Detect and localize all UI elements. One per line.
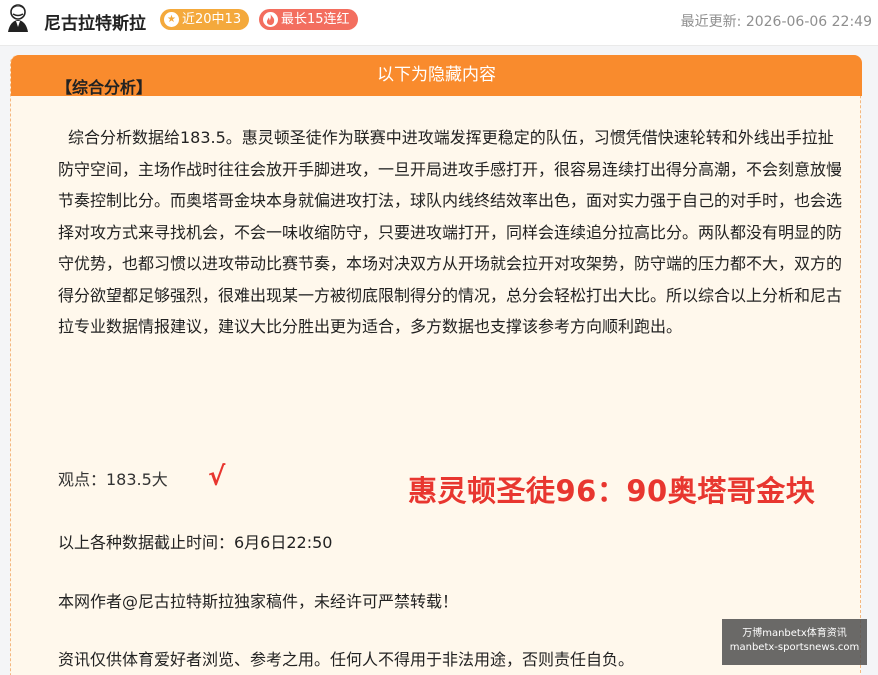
watermark-line2: manbetx-sportsnews.com [729, 642, 860, 653]
author-avatar[interactable] [4, 3, 32, 33]
hit-rate-label: 近20中13 [182, 12, 242, 27]
last-updated: 最近更新: 2026-06-06 22:49 [681, 11, 872, 31]
analysis-content: 【综合分析】 综合分析数据给183.5。惠灵顿圣徒作为联赛中进攻端发挥更稳定的队… [56, 72, 844, 343]
article-header: 尼古拉特斯拉 ★ 近20中13 最长15连红 最近更新: 2026-06-06 … [0, 0, 878, 46]
watermark-line1: 万博manbetx体育资讯 [742, 628, 847, 639]
streak-badge: 最长15连红 [259, 9, 358, 30]
data-cutoff-time: 以上各种数据截止时间：6月6日22:50 [58, 533, 333, 552]
analysis-paragraph-text: 综合分析数据给183.5。惠灵顿圣徒作为联赛中进攻端发挥更稳定的队伍，习惯凭借快… [58, 128, 843, 336]
prediction-view: 观点：183.5大 [58, 470, 168, 489]
last-updated-time: 2026-06-06 22:49 [745, 14, 872, 30]
last-updated-label: 最近更新: [680, 14, 742, 30]
flame-icon [263, 12, 278, 27]
section-title: 【综合分析】 [56, 78, 153, 97]
analysis-paragraph: 综合分析数据给183.5。惠灵顿圣徒作为联赛中进攻端发挥更稳定的队伍，习惯凭借快… [58, 122, 844, 343]
correct-check-mark: √ [208, 462, 226, 492]
site-watermark: 万博manbetx体育资讯 manbetx-sportsnews.com [722, 619, 867, 665]
streak-label: 最长15连红 [281, 12, 350, 27]
author-name[interactable]: 尼古拉特斯拉 [44, 9, 146, 34]
copyright-notice: 本网作者@尼古拉特斯拉独家稿件，未经许可严禁转载！ [58, 592, 459, 611]
hit-rate-badge: ★ 近20中13 [160, 9, 250, 30]
disclaimer-text: 资讯仅供体育爱好者浏览、参考之用。任何人不得用于非法用途，否则责任自负。 [58, 650, 635, 669]
star-icon: ★ [164, 12, 179, 27]
final-score: 惠灵顿圣徒96：90奥塔哥金块 [408, 474, 816, 508]
